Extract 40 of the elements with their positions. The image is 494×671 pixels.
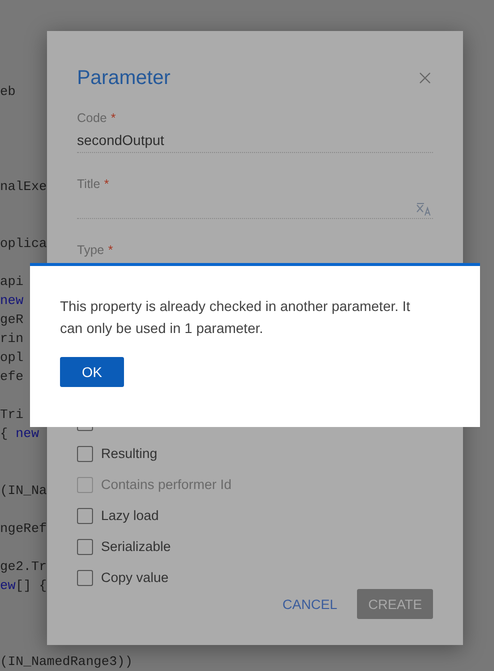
code-line: efe (0, 369, 24, 384)
checkbox-label: Contains performer Id (101, 477, 232, 492)
ok-button[interactable]: OK (60, 357, 124, 387)
checkbox[interactable] (77, 570, 93, 586)
required-mark: * (110, 111, 116, 127)
code-line: ew[] { (0, 578, 47, 593)
translate-icon[interactable] (416, 202, 432, 216)
field-value: secondOutput (77, 132, 164, 148)
code-line: new (0, 293, 24, 308)
checkbox[interactable] (77, 508, 93, 524)
code-line: ngeRef (0, 521, 47, 536)
code-line: (IN_Na (0, 483, 47, 498)
code-line: { new (0, 426, 40, 441)
code-line: rin (0, 331, 24, 346)
field-label: Type (77, 243, 104, 259)
checkbox-label: Serializable (101, 539, 171, 554)
code-line: ge2.Tr (0, 559, 47, 574)
alert-message: This property is already checked in another parameter. It can only be used in 1 parameter. (60, 297, 412, 338)
form-field[interactable]: Title * (77, 177, 433, 219)
cancel-button[interactable]: CANCEL (282, 589, 338, 619)
dialog-title: Parameter (77, 66, 170, 90)
required-mark: * (108, 243, 113, 259)
code-line: api (0, 274, 24, 289)
code-line: geR (0, 312, 24, 327)
checkbox[interactable] (77, 446, 93, 462)
close-icon[interactable] (419, 72, 431, 84)
code-line: opl (0, 350, 24, 365)
checkbox[interactable] (77, 538, 93, 554)
required-mark: * (104, 177, 110, 193)
code-line: (IN_NamedRange3)) (0, 654, 133, 669)
checkbox-label: Copy value (101, 570, 169, 585)
field-label: Title (77, 177, 100, 193)
code-line: eb (0, 84, 16, 99)
checkbox-label: Resulting (101, 446, 158, 461)
code-line: nalExe (0, 179, 47, 194)
code-line: Tri (0, 407, 24, 422)
checkbox-label: Lazy load (101, 508, 159, 523)
code-line: oplica (0, 236, 47, 251)
form-field[interactable]: Code * secondOutput (77, 111, 433, 153)
field-label: Code (77, 111, 107, 127)
